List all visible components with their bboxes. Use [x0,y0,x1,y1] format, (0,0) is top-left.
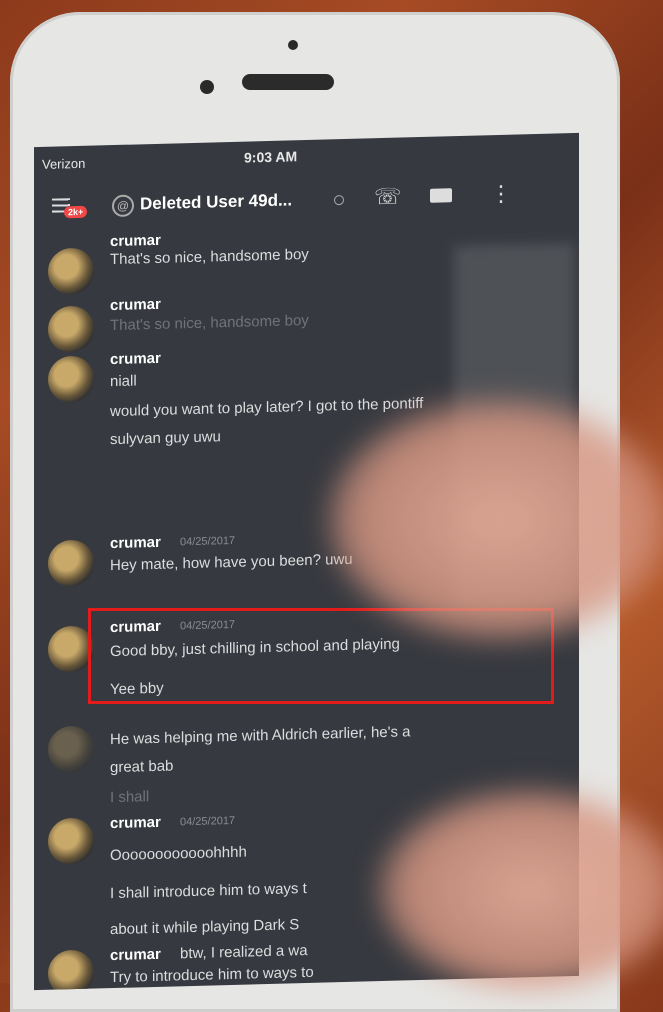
earpiece-speaker [242,74,334,90]
avatar[interactable] [48,949,94,991]
message-text: Oooooooooooohhhh [110,843,247,865]
channel-title[interactable]: Deleted User 49d... [140,190,292,214]
message-text: I shall introduce him to ways t [110,879,307,903]
avatar[interactable] [48,355,94,403]
video-call-icon[interactable] [430,188,452,203]
message-author[interactable]: crumar [110,946,161,964]
message-text: I shall [110,788,150,807]
message-text: That's so nice, handsome boy [110,311,309,335]
message-author[interactable]: crumar [110,534,161,552]
message-text: would you want to play later? I got to t… [110,394,424,421]
at-icon: @ [112,194,134,218]
unread-badge: 2k+ [64,205,88,219]
status-bar: Verizon 9:03 AM [34,143,579,177]
message-timestamp: 04/25/2017 [180,534,236,549]
message: He was helping me with Aldrich earlier, … [34,707,579,806]
avatar[interactable] [48,539,94,587]
avatar[interactable] [48,305,94,353]
message-timestamp: 04/25/2017 [180,814,236,829]
message-text: He was helping me with Aldrich earlier, … [110,723,411,749]
finger-overlay [330,400,663,640]
channel-header: 2k+ @ Deleted User 49d... ☏ ⋮ [34,173,579,227]
avatar[interactable] [48,247,94,295]
message-text: Hey mate, how have you been? uwu [110,550,353,575]
message-text: sulyvan guy uwu [110,428,221,449]
more-icon[interactable]: ⋮ [490,181,512,208]
avatar[interactable] [48,817,94,865]
message-author[interactable]: crumar [110,350,161,368]
call-icon[interactable]: ☏ [374,184,402,211]
proximity-sensor [288,40,298,50]
clock: 9:03 AM [244,148,298,166]
status-icon [334,195,344,206]
front-camera [200,80,214,94]
message-author[interactable]: crumar [110,296,161,314]
finger-overlay [380,790,663,990]
message-text: about it while playing Dark S [110,916,300,939]
message-text: niall [110,372,137,391]
message-text: btw, I realized a wa [180,941,308,963]
avatar[interactable] [48,725,94,773]
message-text: great bab [110,757,174,777]
message-author[interactable]: crumar [110,232,161,250]
carrier-label: Verizon [42,155,86,172]
message-author[interactable]: crumar [110,814,161,832]
